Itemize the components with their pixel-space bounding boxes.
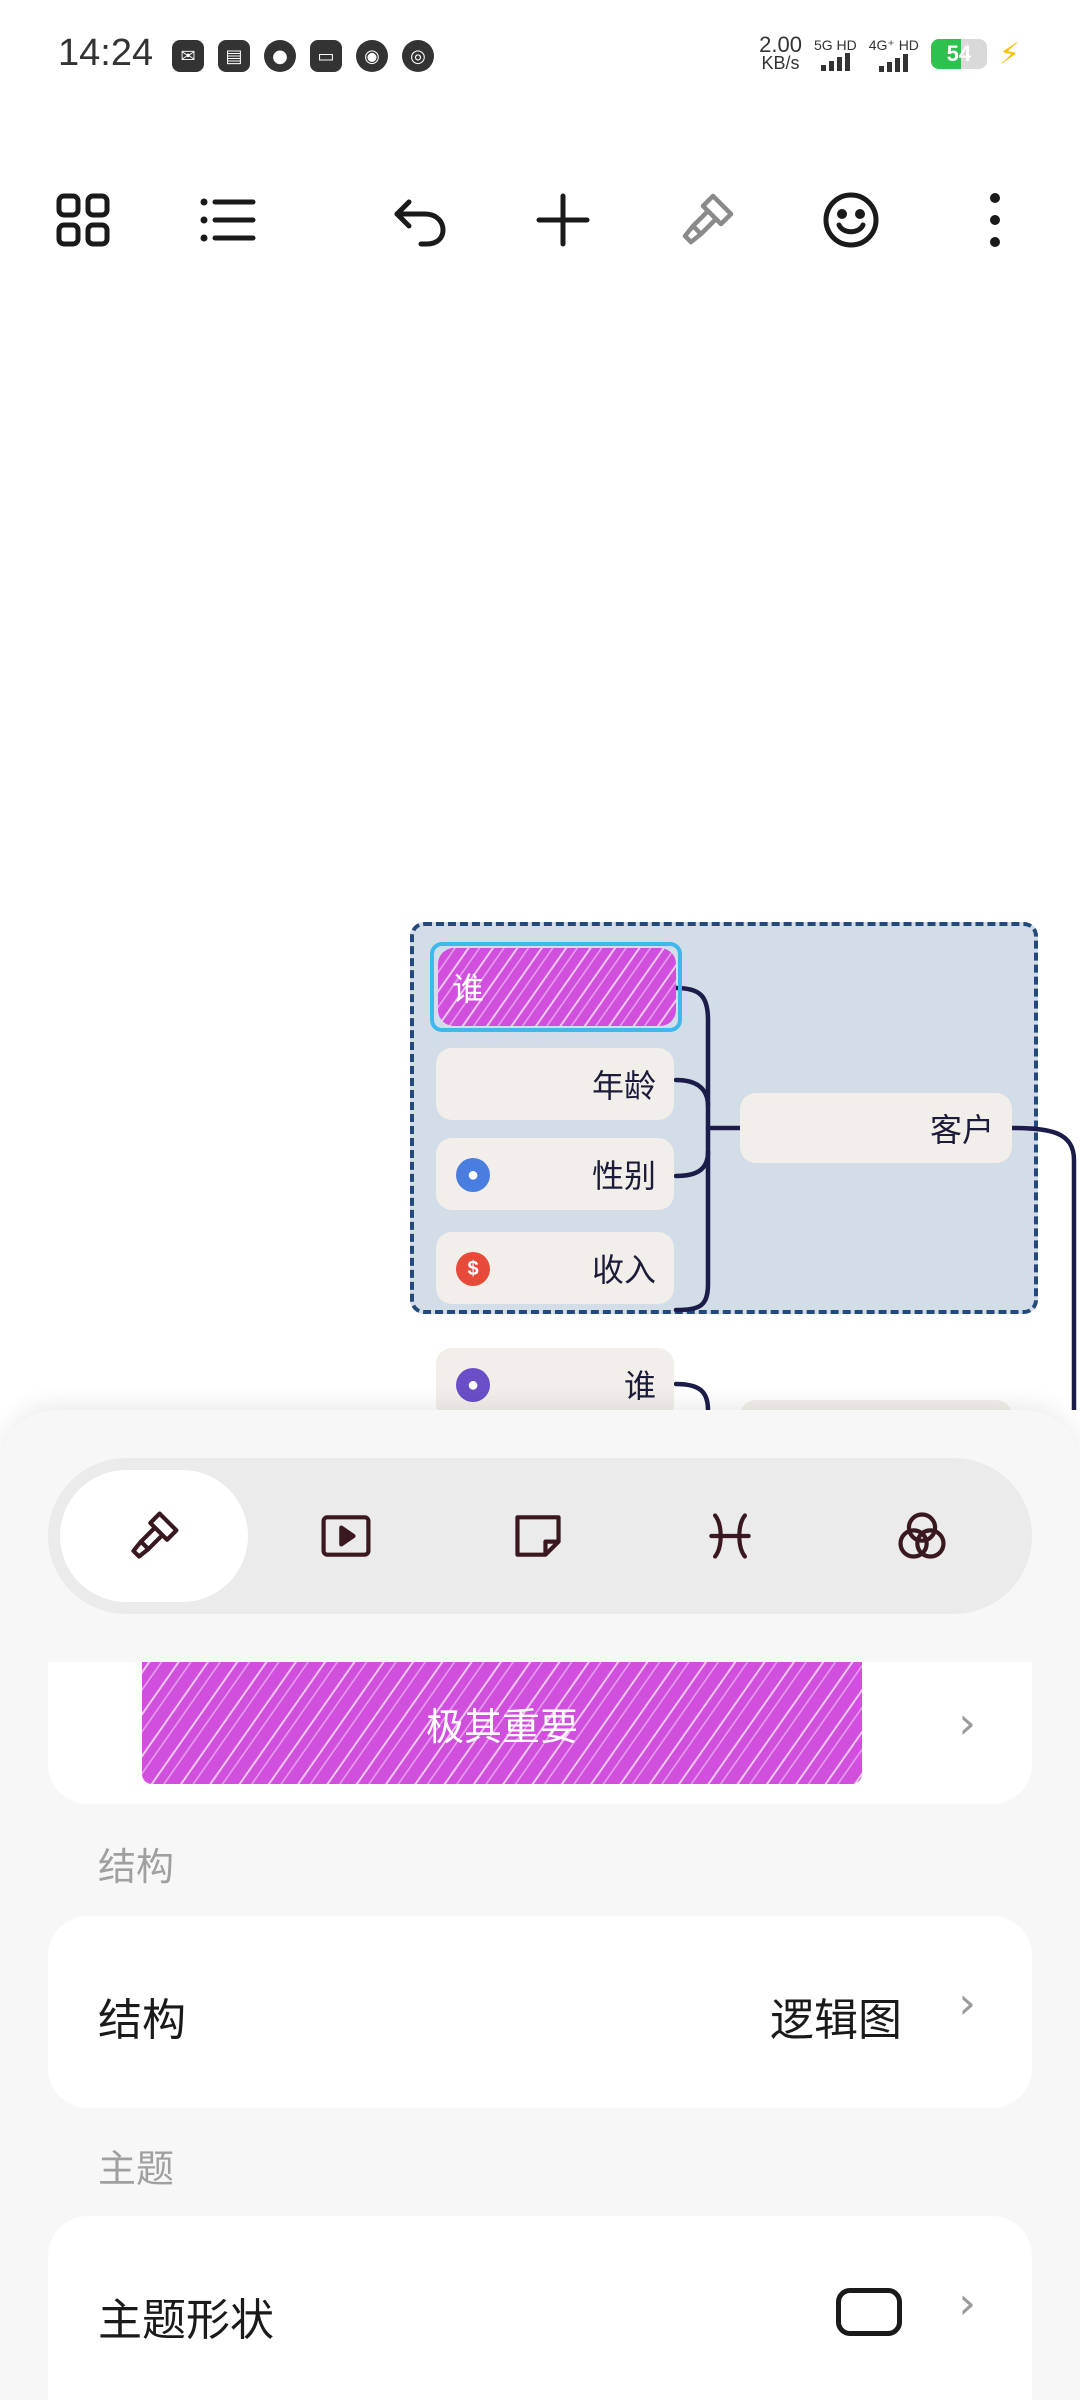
undo-icon (394, 199, 446, 247)
tab-shortcuts[interactable] (636, 1470, 824, 1602)
status-bar: 14:24 ✉ ▤ ● ▭ ◉ ◎ 2.00 KB/s 5G HD 4G⁺ HD… (0, 0, 1080, 110)
tab-note[interactable] (444, 1470, 632, 1602)
color-circles-icon (898, 1512, 946, 1559)
more-options-button[interactable] (950, 175, 1040, 265)
structure-value: 逻辑图 (770, 1995, 902, 2046)
outline-view-button[interactable] (182, 175, 272, 265)
mindmap-node-customer[interactable]: 客户 (740, 1093, 1012, 1163)
style-preview: 极其重要 (142, 1662, 862, 1784)
network-speed: 2.00 KB/s (759, 32, 802, 73)
mindmap-node-income[interactable]: $ 收入 (436, 1232, 674, 1304)
section-topic-label: 主题 (98, 2147, 175, 2191)
app-notification-icon: ◎ (402, 40, 434, 72)
play-icon (321, 1515, 371, 1557)
tab-theme[interactable] (828, 1470, 1016, 1602)
command-icon (709, 1513, 751, 1559)
mindmap-node-who-2[interactable]: ● 谁 (436, 1348, 674, 1410)
notification-icons: ✉ ▤ ● ▭ ◉ ◎ (172, 40, 434, 72)
tab-presentation[interactable] (252, 1470, 440, 1602)
style-card[interactable]: 极其重要 › (48, 1662, 1032, 1804)
chevron-right-icon: › (958, 1978, 976, 2029)
smiley-icon (823, 192, 879, 248)
plus-icon (536, 193, 590, 247)
chevron-right-icon: › (958, 1698, 976, 1749)
grid-icon (56, 193, 110, 247)
editor-toolbar (0, 175, 1080, 265)
sticky-note-icon (515, 1515, 561, 1557)
wechat-icon: ◉ (356, 40, 388, 72)
rounded-rectangle-icon (836, 2288, 902, 2336)
format-tabs (48, 1458, 1032, 1614)
paintbrush-icon (682, 193, 734, 245)
mindmap-node-gender[interactable]: ● 性别 (436, 1138, 674, 1210)
grid-view-button[interactable] (38, 175, 128, 265)
list-icon (200, 198, 256, 242)
tab-style[interactable] (60, 1470, 248, 1602)
mail-icon: ✉ (172, 40, 204, 72)
more-vertical-icon (990, 193, 1000, 247)
battery-icon: 54 (930, 39, 987, 69)
message-icon: ● (264, 40, 296, 72)
mindmap-node-age[interactable]: 年龄 (436, 1048, 674, 1120)
card-icon: ▭ (310, 40, 342, 72)
signal-sim1: 5G HD (814, 37, 857, 71)
undo-button[interactable] (374, 175, 464, 265)
mindmap-canvas[interactable]: 谁 年龄 ● 性别 $ 收入 客户 ● 谁 (0, 280, 1080, 1410)
topic-shape-row[interactable]: 主题形状 › (48, 2216, 1032, 2400)
add-topic-button[interactable] (518, 175, 608, 265)
section-structure-label: 结构 (98, 1845, 175, 1889)
signal-sim2: 4G⁺ HD (869, 37, 919, 72)
dollar-icon: $ (456, 1252, 490, 1286)
charging-icon: ⚡ (998, 36, 1020, 72)
format-bottom-sheet: 极其重要 › 结构 结构 逻辑图 › 主题 主题形状 › (0, 1410, 1080, 2400)
sticker-button[interactable] (806, 175, 896, 265)
mindmap-node-who[interactable]: 谁 (438, 948, 676, 1026)
paintbrush-icon (131, 1511, 179, 1559)
mindmap-node-partial[interactable] (740, 1400, 1012, 1410)
user-icon: ● (456, 1158, 490, 1192)
status-time: 14:24 (58, 32, 154, 74)
user-icon: ● (456, 1368, 490, 1402)
status-right: 2.00 KB/s 5G HD 4G⁺ HD 54 ⚡ (759, 32, 1020, 73)
structure-row[interactable]: 结构 逻辑图 › (48, 1916, 1032, 2108)
format-painter-button[interactable] (662, 175, 752, 265)
chevron-right-icon: › (958, 2278, 976, 2329)
news-app-icon: ▤ (218, 40, 250, 72)
